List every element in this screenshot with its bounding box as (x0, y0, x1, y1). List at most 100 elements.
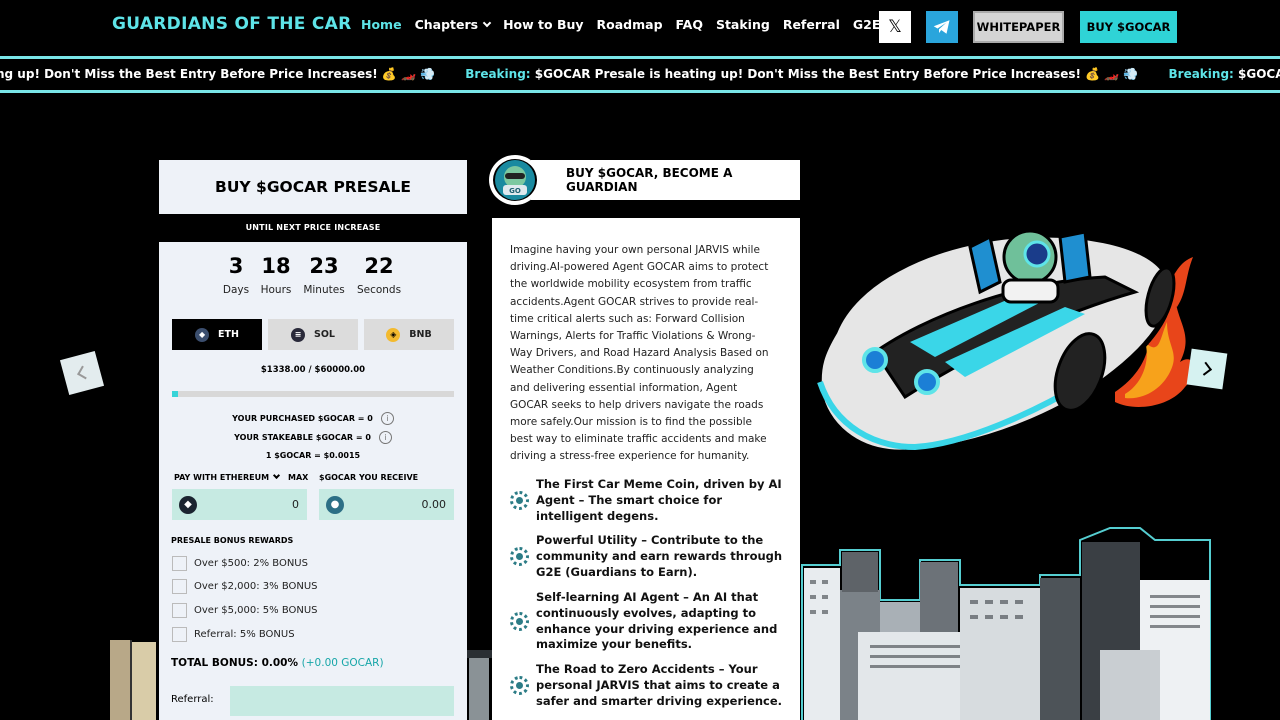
about-line: driving a stress-free experience for hum… (510, 450, 750, 463)
feature-line: intelligent degens. (536, 508, 659, 523)
nav-chapters[interactable]: Chapters (414, 17, 492, 32)
total-bonus: TOTAL BONUS: 0.00% (+0.00 GOCAR) (171, 657, 384, 669)
referral-input[interactable] (230, 686, 454, 716)
ticker-text: $GOCAR Presale is heating up! Don't Miss… (1238, 67, 1280, 81)
city-skyline-illustration (801, 527, 1211, 720)
ticker-item: ng up! Don't Miss the Best Entry Before … (0, 67, 435, 81)
about-line: GOCAR seeks to help drivers navigate the… (510, 398, 764, 411)
tab-label: SOL (314, 329, 335, 340)
ethereum-icon: ◆ (195, 327, 210, 342)
bonus-label: Over $500: 2% BONUS (194, 558, 308, 569)
nav-staking[interactable]: Staking (716, 17, 770, 32)
ticker-lead: Breaking: (465, 67, 531, 81)
avatar-text: GO (509, 187, 521, 195)
presale-title: BUY $GOCAR PRESALE (159, 160, 467, 214)
bonus-label: Referral: 5% BONUS (194, 629, 295, 640)
feature-line: Agent – The smart choice for (536, 492, 723, 507)
chevron-down-icon (482, 18, 492, 28)
referral-label: Referral: (171, 694, 214, 705)
countdown: 3 Days 18 Hours 23 Minutes 22 Seconds (159, 254, 467, 306)
about-line: and delivering essential information, Ag… (510, 381, 738, 394)
tab-label: BNB (409, 329, 432, 340)
tab-eth[interactable]: ◆ ETH (172, 319, 262, 350)
about-line: the worldwide mobility ecosystem from tr… (510, 278, 752, 291)
brand-logo[interactable]: GUARDIANS OF THE CAR (112, 14, 352, 34)
whitepaper-button[interactable]: WHITEPAPER (973, 11, 1064, 43)
info-icon[interactable]: i (380, 412, 394, 425)
gocar-token-icon: ● (326, 495, 344, 514)
telegram-icon (933, 20, 950, 34)
feature-text: The First Car Meme Coin, driven by AI Ag… (536, 477, 782, 524)
feature-line: safer and smarter driving experience. (536, 693, 783, 708)
carousel-next-button[interactable] (1186, 348, 1228, 390)
bonus-row[interactable]: Over $500: 2% BONUS (172, 556, 308, 571)
nav-faq[interactable]: FAQ (676, 17, 703, 32)
tab-sol[interactable]: ≡ SOL (268, 319, 358, 350)
bonus-row[interactable]: Over $2,000: 3% BONUS (172, 579, 318, 594)
bnb-icon: ◈ (386, 327, 401, 342)
feature-line: continuously evolves, adapting to (536, 605, 756, 620)
ticker-item: Breaking: $GOCAR Presale is heating up! … (1169, 67, 1280, 81)
about-line: more safely.Our mission is to find the p… (510, 416, 752, 429)
solana-icon: ≡ (291, 327, 305, 342)
bonus-checkbox[interactable] (172, 579, 187, 594)
bonus-checkbox[interactable] (172, 603, 187, 618)
bonus-row[interactable]: Referral: 5% BONUS (172, 627, 295, 642)
presale-progress-fill (172, 391, 179, 397)
tab-bnb[interactable]: ◈ BNB (364, 319, 454, 350)
gear-icon (510, 491, 529, 511)
nav-referral[interactable]: Referral (783, 17, 840, 32)
nav-g2e[interactable]: G2E (853, 17, 881, 32)
pay-with-dropdown[interactable]: PAY WITH ETHEREUM (174, 471, 281, 482)
feature-item: The First Car Meme Coin, driven by AI Ag… (510, 477, 786, 524)
feature-line: enhance your driving experience and (536, 621, 778, 636)
about-line: Way Drivers, and Road Hazard Analysis Ba… (510, 347, 769, 360)
pay-amount-input[interactable]: ◆ 0 (172, 489, 307, 520)
info-icon[interactable]: i (378, 431, 392, 444)
total-bonus-gocar: (+0.00 GOCAR) (301, 657, 384, 669)
nav-chapters-label: Chapters (414, 17, 479, 32)
feature-line: Powerful Utility – Contribute to the (536, 533, 764, 547)
about-card: Imagine having your own personal JARVIS … (492, 218, 800, 720)
nav-how-to-buy[interactable]: How to Buy (503, 17, 583, 32)
frog-avatar-icon: GO (495, 160, 535, 200)
price-increase-caption: UNTIL NEXT PRICE INCREASE (245, 223, 381, 232)
carousel-prev-button[interactable] (59, 350, 105, 396)
about-text: Imagine having your own personal JARVIS … (510, 242, 786, 466)
city-strip-decoration (467, 650, 492, 720)
total-bonus-label: TOTAL BONUS: 0.00% (171, 657, 298, 669)
feature-text: Powerful Utility – Contribute to the com… (536, 533, 782, 580)
bonus-row[interactable]: Over $5,000: 5% BONUS (172, 603, 318, 618)
currency-tabs: ◆ ETH ≡ SOL ◈ BNB (172, 319, 454, 350)
telegram-button[interactable] (926, 11, 958, 43)
countdown-value: 23 (309, 254, 339, 278)
receive-amount-input[interactable]: ● 0.00 (319, 489, 454, 520)
bonus-checkbox[interactable] (172, 556, 187, 571)
gear-icon (510, 676, 529, 696)
feature-line: G2E (Guardians to Earn). (536, 564, 698, 579)
nav-roadmap[interactable]: Roadmap (597, 17, 663, 32)
feature-line: Self-learning AI Agent – An AI that (536, 590, 759, 604)
nav-home[interactable]: Home (361, 17, 402, 32)
ticker-text: ng up! Don't Miss the Best Entry Before … (0, 67, 436, 81)
about-line: Weather Conditions.By continuously analy… (510, 364, 754, 377)
ai-car-illustration (816, 229, 1195, 455)
chevron-right-icon (1198, 361, 1213, 376)
about-heading: BUY $GOCAR, BECOME A GUARDIAN (531, 160, 800, 200)
about-line: Warnings, Alerts for Traffic Violations … (510, 330, 756, 343)
rate-text: 1 $GOCAR = $0.0015 (265, 451, 361, 460)
about-line: driving.AI-powered Agent GOCAR aims to p… (510, 261, 769, 274)
gear-icon (510, 612, 529, 632)
x-twitter-button[interactable]: 𝕏 (879, 11, 911, 43)
feature-line: The First Car Meme Coin, driven by AI (536, 477, 782, 491)
buy-gocar-button[interactable]: BUY $GOCAR (1080, 11, 1177, 43)
countdown-seconds: 22 Seconds (349, 254, 409, 296)
countdown-minutes: 23 Minutes (294, 254, 354, 296)
ticker-track: ng up! Don't Miss the Best Entry Before … (0, 67, 1280, 81)
max-button[interactable]: MAX (288, 473, 308, 482)
building-decoration (110, 640, 156, 720)
gear-icon (510, 547, 529, 567)
about-line: Imagine having your own personal JARVIS … (510, 244, 760, 256)
bonus-checkbox[interactable] (172, 627, 187, 642)
chevron-left-icon (77, 365, 91, 380)
